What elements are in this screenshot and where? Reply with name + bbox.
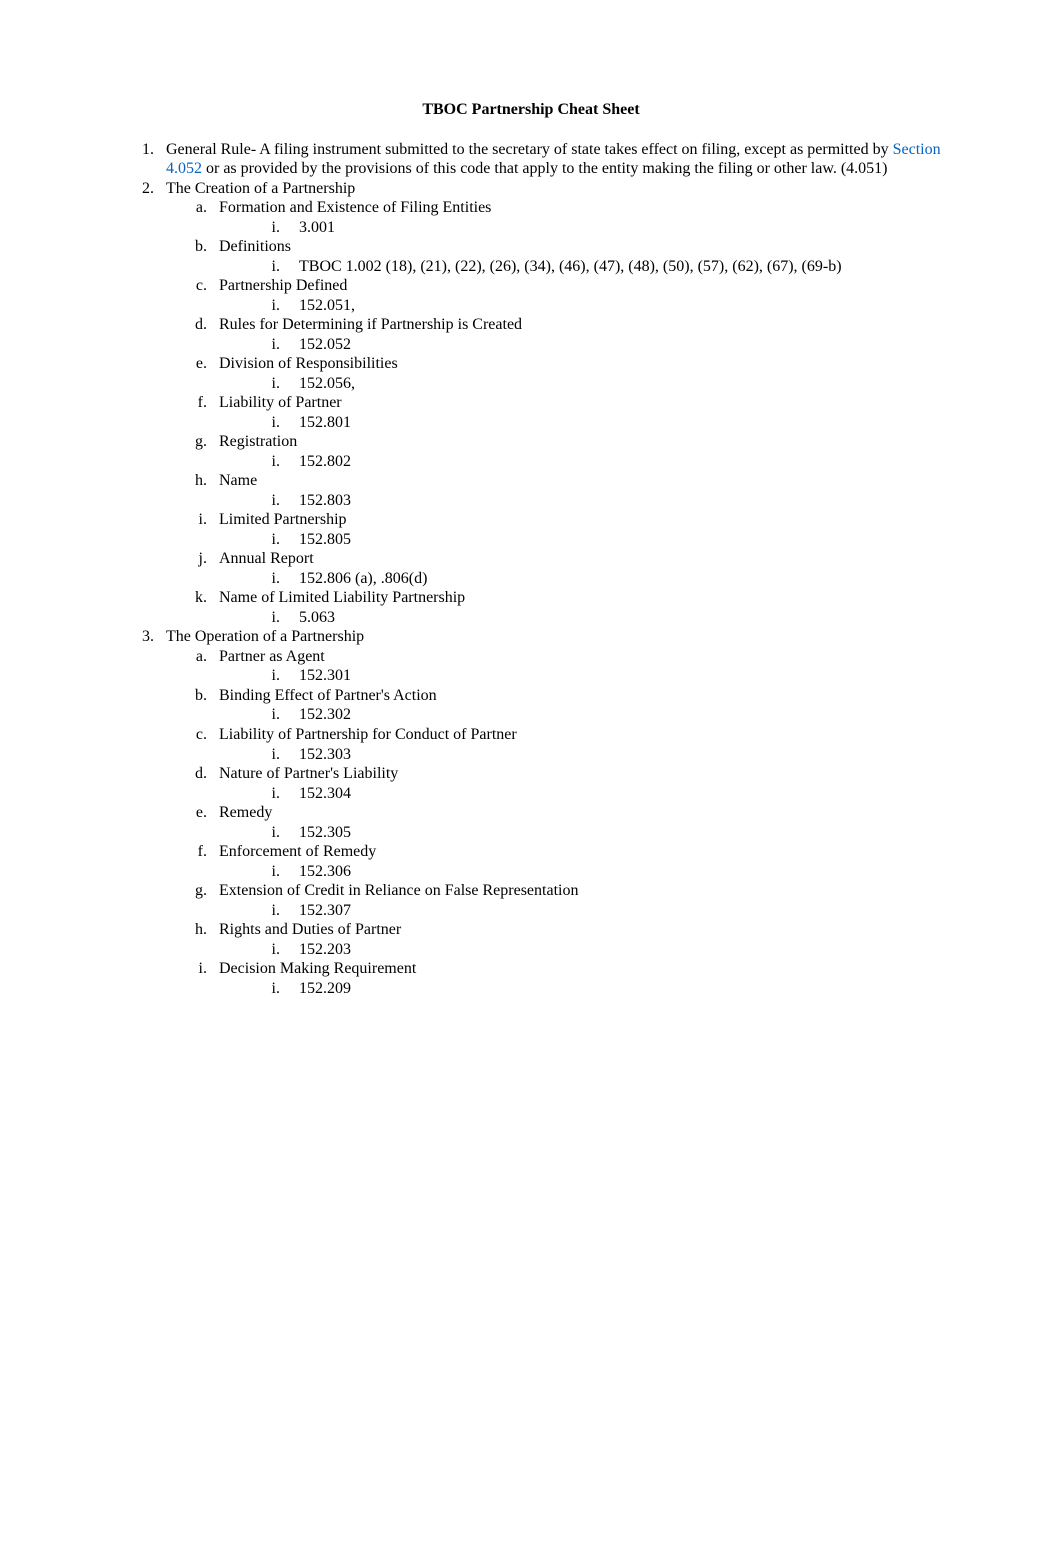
item-extension-credit: Extension of Credit in Reliance on False…	[211, 881, 952, 920]
item-liability-partner: Liability of Partner 152.801	[211, 393, 952, 432]
formation-label: Formation and Existence of Filing Entiti…	[219, 199, 491, 216]
extension-credit-ref: 152.307	[284, 901, 952, 921]
registration-ref: 152.802	[284, 452, 952, 472]
decision-making-ref: 152.209	[284, 979, 952, 999]
remedy-ref: 152.305	[284, 823, 952, 843]
binding-effect-ref: 152.302	[284, 705, 952, 725]
division-responsibilities-ref: 152.056,	[284, 374, 952, 394]
definitions-label: Definitions	[219, 238, 291, 255]
binding-effect-label: Binding Effect of Partner's Action	[219, 687, 437, 704]
item-formation: Formation and Existence of Filing Entiti…	[211, 198, 952, 237]
item-limited-partnership: Limited Partnership 152.805	[211, 510, 952, 549]
division-responsibilities-label: Division of Responsibilities	[219, 355, 398, 372]
annual-report-ref: 152.806 (a), .806(d)	[284, 569, 952, 589]
item-decision-making: Decision Making Requirement 152.209	[211, 959, 952, 998]
creation-sublist: Formation and Existence of Filing Entiti…	[166, 198, 952, 627]
item-enforcement-remedy: Enforcement of Remedy 152.306	[211, 842, 952, 881]
limited-partnership-ref: 152.805	[284, 530, 952, 550]
partner-agent-label: Partner as Agent	[219, 648, 325, 665]
liability-partner-label: Liability of Partner	[219, 394, 342, 411]
decision-making-label: Decision Making Requirement	[219, 960, 416, 977]
item-name: Name 152.803	[211, 471, 952, 510]
partner-agent-ref: 152.301	[284, 666, 952, 686]
operation-label: The Operation of a Partnership	[166, 628, 364, 645]
operation-sublist: Partner as Agent 152.301 Binding Effect …	[166, 647, 952, 998]
rights-duties-ref: 152.203	[284, 940, 952, 960]
liability-conduct-ref: 152.303	[284, 745, 952, 765]
item-annual-report: Annual Report 152.806 (a), .806(d)	[211, 549, 952, 588]
name-llp-label: Name of Limited Liability Partnership	[219, 589, 465, 606]
item-binding-effect: Binding Effect of Partner's Action 152.3…	[211, 686, 952, 725]
formation-ref: 3.001	[284, 218, 952, 238]
enforcement-remedy-label: Enforcement of Remedy	[219, 843, 376, 860]
remedy-label: Remedy	[219, 804, 272, 821]
name-llp-ref: 5.063	[284, 608, 952, 628]
creation-label: The Creation of a Partnership	[166, 180, 355, 197]
general-rule-pre: General Rule- A filing instrument submit…	[166, 141, 893, 158]
name-label: Name	[219, 472, 257, 489]
rights-duties-label: Rights and Duties of Partner	[219, 921, 401, 938]
item-rights-duties: Rights and Duties of Partner 152.203	[211, 920, 952, 959]
item-nature-liability: Nature of Partner's Liability 152.304	[211, 764, 952, 803]
rules-determining-ref: 152.052	[284, 335, 952, 355]
liability-conduct-label: Liability of Partnership for Conduct of …	[219, 726, 517, 743]
rules-determining-label: Rules for Determining if Partnership is …	[219, 316, 522, 333]
item-partner-agent: Partner as Agent 152.301	[211, 647, 952, 686]
partnership-defined-ref: 152.051,	[284, 296, 952, 316]
nature-liability-ref: 152.304	[284, 784, 952, 804]
liability-partner-ref: 152.801	[284, 413, 952, 433]
item-partnership-defined: Partnership Defined 152.051,	[211, 276, 952, 315]
item-definitions: Definitions TBOC 1.002 (18), (21), (22),…	[211, 237, 952, 276]
limited-partnership-label: Limited Partnership	[219, 511, 347, 528]
annual-report-label: Annual Report	[219, 550, 314, 567]
item-division-responsibilities: Division of Responsibilities 152.056,	[211, 354, 952, 393]
nature-liability-label: Nature of Partner's Liability	[219, 765, 398, 782]
general-rule-post: or as provided by the provisions of this…	[202, 160, 888, 177]
name-ref: 152.803	[284, 491, 952, 511]
extension-credit-label: Extension of Credit in Reliance on False…	[219, 882, 578, 899]
item-creation-of-partnership: The Creation of a Partnership Formation …	[158, 179, 952, 628]
item-general-rule: General Rule- A filing instrument submit…	[158, 140, 952, 179]
partnership-defined-label: Partnership Defined	[219, 277, 347, 294]
enforcement-remedy-ref: 152.306	[284, 862, 952, 882]
item-name-llp: Name of Limited Liability Partnership 5.…	[211, 588, 952, 627]
item-rules-determining: Rules for Determining if Partnership is …	[211, 315, 952, 354]
item-operation-of-partnership: The Operation of a Partnership Partner a…	[158, 627, 952, 998]
page-title: TBOC Partnership Cheat Sheet	[110, 100, 952, 120]
definitions-ref: TBOC 1.002 (18), (21), (22), (26), (34),…	[284, 257, 952, 277]
item-registration: Registration 152.802	[211, 432, 952, 471]
item-liability-conduct: Liability of Partnership for Conduct of …	[211, 725, 952, 764]
item-remedy: Remedy 152.305	[211, 803, 952, 842]
outline-root: General Rule- A filing instrument submit…	[110, 140, 952, 999]
registration-label: Registration	[219, 433, 297, 450]
